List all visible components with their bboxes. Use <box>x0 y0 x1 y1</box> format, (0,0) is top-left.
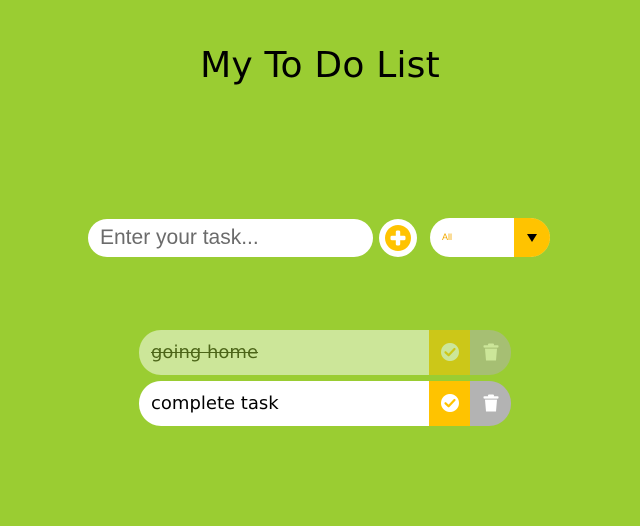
todo-text: complete task <box>139 381 429 426</box>
dropdown-arrow-icon <box>527 234 537 242</box>
add-task-button[interactable] <box>379 219 417 257</box>
check-circle-icon <box>441 394 459 412</box>
todo-item: going home <box>139 330 511 375</box>
page-title: My To Do List <box>200 45 440 86</box>
filter-select[interactable]: All <box>430 218 550 257</box>
todo-item: complete task <box>139 381 511 426</box>
trash-icon <box>483 343 499 361</box>
delete-button[interactable] <box>470 381 511 426</box>
app-page: My To Do List All going home <box>0 0 640 526</box>
delete-button[interactable] <box>470 330 511 375</box>
filter-dropdown-toggle[interactable] <box>514 218 550 257</box>
plus-circle-icon <box>385 225 411 251</box>
complete-button[interactable] <box>429 330 470 375</box>
todo-text: going home <box>139 330 429 375</box>
check-circle-icon <box>441 343 459 361</box>
trash-icon <box>483 394 499 412</box>
complete-button[interactable] <box>429 381 470 426</box>
filter-selected-value: All <box>442 232 453 242</box>
task-input[interactable] <box>88 219 373 257</box>
